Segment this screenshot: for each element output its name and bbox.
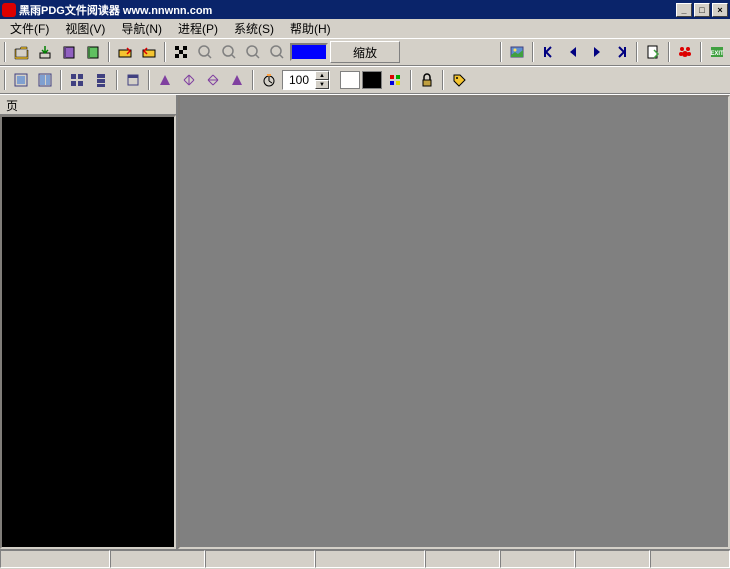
folder-in-button[interactable] — [138, 41, 160, 63]
separator — [532, 42, 534, 62]
separator — [636, 42, 638, 62]
book-green-button[interactable] — [82, 41, 104, 63]
last-page-button[interactable] — [610, 41, 632, 63]
status-cell-1 — [110, 550, 205, 568]
separator — [700, 42, 702, 62]
title-bar: 黑雨PDG文件阅读器 www.nnwnn.com _ □ × — [0, 0, 730, 19]
zoom-button[interactable]: 缩放 — [330, 41, 400, 63]
spin-up-button[interactable]: ▲ — [315, 71, 329, 80]
side-tab-page[interactable]: 页 — [0, 95, 176, 115]
side-panel: 页 — [0, 95, 178, 549]
flip-h-button[interactable] — [178, 69, 200, 91]
color-selector[interactable] — [290, 43, 328, 61]
download-button[interactable] — [34, 41, 56, 63]
tag-button[interactable] — [448, 69, 470, 91]
layout-2-button[interactable] — [34, 69, 56, 91]
content-area[interactable] — [178, 95, 730, 549]
continuous-button[interactable] — [90, 69, 112, 91]
status-cell-0 — [0, 550, 110, 568]
separator — [60, 70, 62, 90]
export-button[interactable] — [642, 41, 664, 63]
color-picker-button[interactable] — [384, 69, 406, 91]
status-cell-7 — [650, 550, 730, 568]
status-cell-5 — [500, 550, 575, 568]
maximize-button[interactable]: □ — [694, 3, 710, 17]
status-cell-3 — [315, 550, 425, 568]
app-icon — [2, 3, 16, 17]
lock-button[interactable] — [416, 69, 438, 91]
background-color-swatch[interactable] — [362, 71, 382, 89]
layout-1-button[interactable] — [10, 69, 32, 91]
separator — [4, 42, 6, 62]
zoom-fit-button[interactable] — [242, 41, 264, 63]
paw-icon[interactable] — [674, 41, 696, 63]
thumbnail-area[interactable] — [0, 115, 176, 549]
rotate-left-button[interactable] — [154, 69, 176, 91]
photo-button[interactable] — [506, 41, 528, 63]
menu-help[interactable]: 帮助(H) — [282, 18, 339, 39]
status-bar — [0, 549, 730, 569]
window-title: 黑雨PDG文件阅读器 www.nnwnn.com — [19, 2, 676, 18]
menu-system[interactable]: 系统(S) — [226, 18, 282, 39]
status-cell-2 — [205, 550, 315, 568]
separator — [4, 70, 6, 90]
separator — [252, 70, 254, 90]
book-purple-button[interactable] — [58, 41, 80, 63]
window-controls: _ □ × — [676, 3, 728, 17]
prev-page-button[interactable] — [562, 41, 584, 63]
menu-file[interactable]: 文件(F) — [2, 18, 57, 39]
zoom-input[interactable] — [283, 73, 315, 87]
separator — [116, 70, 118, 90]
toolbar-2: ▲ ▼ — [0, 66, 730, 94]
foreground-color-swatch[interactable] — [340, 71, 360, 89]
grid-button[interactable] — [66, 69, 88, 91]
main-area: 页 — [0, 94, 730, 549]
open-button[interactable] — [10, 41, 32, 63]
separator — [108, 42, 110, 62]
separator — [164, 42, 166, 62]
menu-nav[interactable]: 导航(N) — [113, 18, 170, 39]
first-page-button[interactable] — [538, 41, 560, 63]
status-cell-6 — [575, 550, 650, 568]
next-page-button[interactable] — [586, 41, 608, 63]
menu-bar: 文件(F) 视图(V) 导航(N) 进程(P) 系统(S) 帮助(H) — [0, 19, 730, 38]
separator — [148, 70, 150, 90]
separator — [668, 42, 670, 62]
exit-button[interactable]: EXIT — [706, 41, 728, 63]
separator — [410, 70, 412, 90]
separator — [442, 70, 444, 90]
close-button[interactable]: × — [712, 3, 728, 17]
flip-v-button[interactable] — [202, 69, 224, 91]
zoom-page-button[interactable] — [266, 41, 288, 63]
view-mode-button[interactable] — [122, 69, 144, 91]
folder-out-button[interactable] — [114, 41, 136, 63]
checker-button[interactable] — [170, 41, 192, 63]
svg-text:EXIT: EXIT — [710, 51, 724, 57]
menu-view[interactable]: 视图(V) — [57, 18, 113, 39]
rotate-right-button[interactable] — [226, 69, 248, 91]
timer-button[interactable] — [258, 69, 280, 91]
zoom-out-button[interactable] — [218, 41, 240, 63]
zoom-spinner[interactable]: ▲ ▼ — [282, 70, 330, 90]
zoom-in-button[interactable] — [194, 41, 216, 63]
menu-process[interactable]: 进程(P) — [170, 18, 226, 39]
minimize-button[interactable]: _ — [676, 3, 692, 17]
separator — [500, 42, 502, 62]
spin-down-button[interactable]: ▼ — [315, 80, 329, 89]
toolbar-1: 缩放 EXIT — [0, 38, 730, 66]
status-cell-4 — [425, 550, 500, 568]
